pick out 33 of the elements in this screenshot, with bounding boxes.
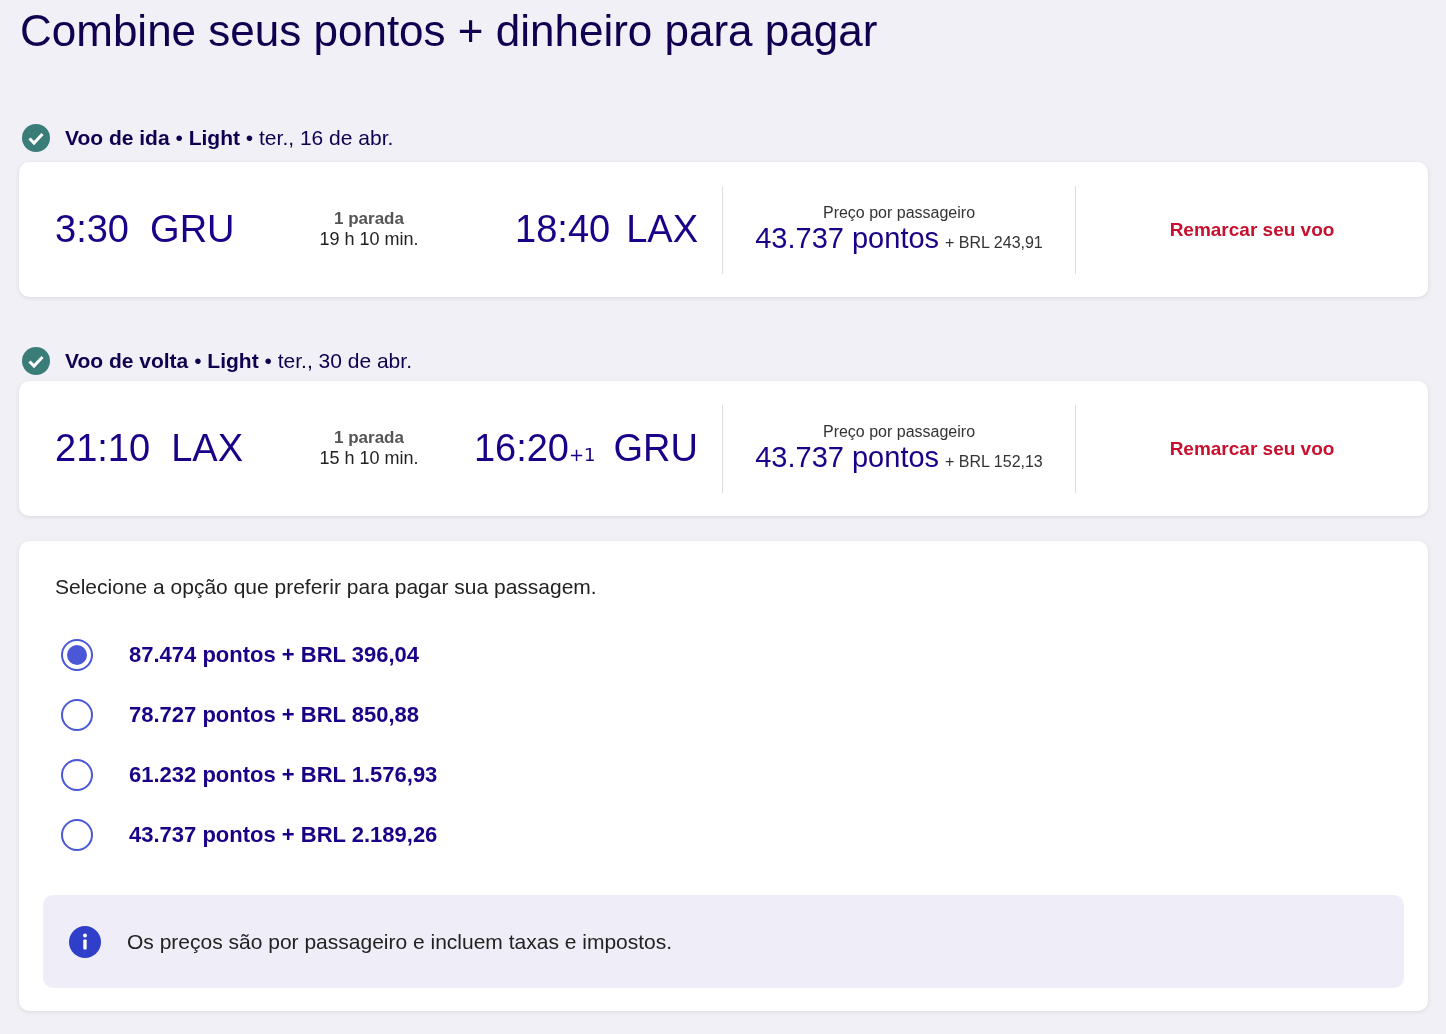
duration-label: 19 h 10 min. bbox=[319, 229, 419, 250]
radio-button[interactable] bbox=[61, 699, 93, 731]
radio-button[interactable] bbox=[61, 759, 93, 791]
arrival-time: 18:40 bbox=[515, 208, 611, 251]
payment-option[interactable]: 61.232 pontos + BRL 1.576,93 bbox=[129, 762, 438, 788]
stops-label: 1 parada bbox=[334, 428, 404, 448]
info-icon bbox=[69, 925, 101, 958]
price-label: Preço por passageiro bbox=[822, 423, 976, 441]
duration-label: 15 h 10 min. bbox=[319, 448, 419, 469]
stops-label: 1 parada bbox=[334, 209, 404, 229]
segment-header: Voo de ida • Light • ter., 16 de abr. bbox=[65, 126, 394, 150]
arrival-airport: GRU bbox=[613, 427, 698, 470]
points-price: 43.737 pontos bbox=[755, 222, 940, 255]
arrival-airport: LAX bbox=[626, 208, 698, 251]
info-text: Os preços são por passageiro e incluem taxas e impostos. bbox=[127, 929, 673, 954]
rebook-link[interactable]: Remarcar seu voo bbox=[1169, 437, 1335, 460]
departure-time: 3:30 GRU bbox=[55, 208, 235, 250]
points-price: 43.737 pontos bbox=[755, 441, 940, 474]
page-title: Combine seus pontos + dinheiro para pagar bbox=[19, 5, 879, 57]
payment-option[interactable]: 87.474 pontos + BRL 396,04 bbox=[129, 642, 419, 668]
rebook-link[interactable]: Remarcar seu voo bbox=[1169, 218, 1335, 241]
departure-time: 21:10 LAX bbox=[55, 427, 244, 469]
segment-header: Voo de volta • Light • ter., 30 de abr. bbox=[65, 349, 412, 373]
radio-button[interactable] bbox=[61, 819, 93, 851]
day-offset: +1 bbox=[569, 444, 596, 465]
radio-button[interactable] bbox=[61, 639, 93, 671]
cash-price: + BRL 152,13 bbox=[945, 453, 1043, 471]
payment-option[interactable]: 43.737 pontos + BRL 2.189,26 bbox=[129, 822, 438, 848]
payment-prompt: Selecione a opção que preferir para pagar sua passagem. bbox=[55, 575, 598, 599]
price-label: Preço por passageiro bbox=[822, 204, 976, 222]
arrival-time: 16:20 bbox=[473, 427, 569, 470]
payment-option[interactable]: 78.727 pontos + BRL 850,88 bbox=[129, 702, 419, 728]
cash-price: + BRL 243,91 bbox=[945, 234, 1043, 252]
